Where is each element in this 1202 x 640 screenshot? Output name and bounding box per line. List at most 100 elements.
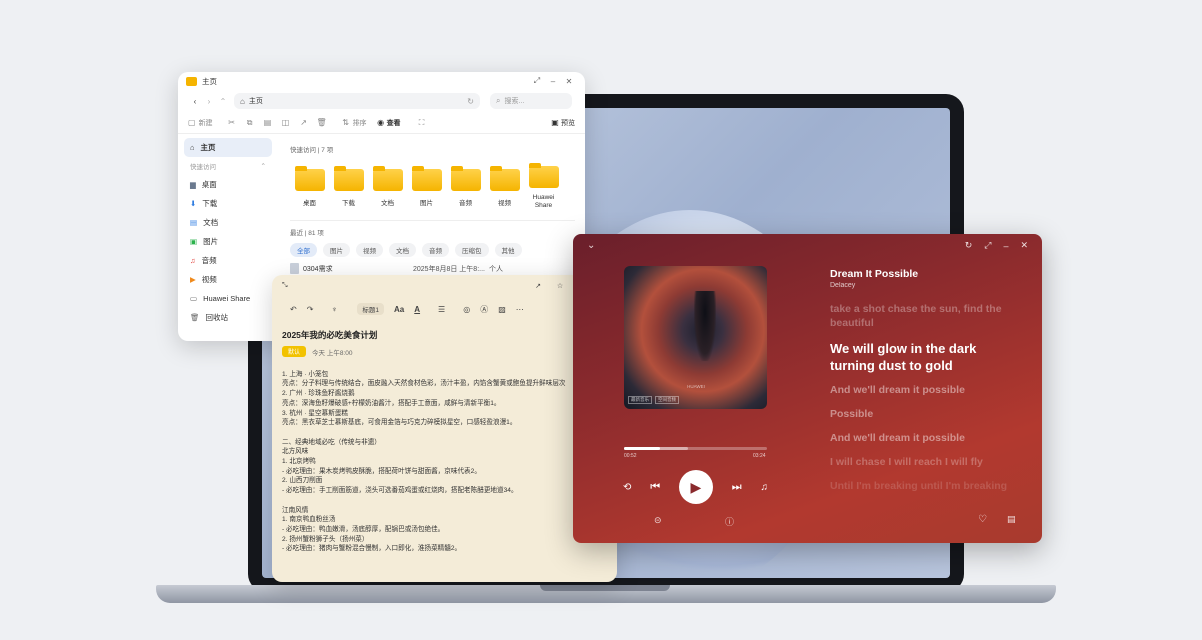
address-bar[interactable]: ⌂ 主页 ↻	[234, 93, 480, 109]
view-button[interactable]: 查看	[387, 118, 401, 128]
close-icon[interactable]: ✕	[561, 77, 577, 86]
up-icon[interactable]: ⌃	[216, 97, 230, 106]
folder-item[interactable]: 音频	[446, 166, 485, 207]
sidebar-item-pictures[interactable]: ▣ 图片	[184, 232, 272, 251]
handwriting-icon[interactable]: Ⓐ	[480, 304, 488, 315]
lyric-line[interactable]: And we'll dream it possible	[830, 384, 965, 396]
note-line: - 必吃理由：手工削面筋道，浇头可选番茄鸡蛋或红烧肉，搭配老陈醋更地道34。	[282, 487, 518, 495]
sidebar-item-documents[interactable]: ▤ 文档	[184, 213, 272, 232]
folder-grid: 桌面 下载 文档 图片 音频 视频 Huawei Share	[290, 163, 575, 210]
back-icon[interactable]: ‹	[188, 97, 202, 106]
lyric-line[interactable]: I will chase I will reach I will fly	[830, 456, 983, 468]
sort-icon[interactable]: ⇅	[339, 118, 353, 127]
minimize-icon[interactable]: –	[1003, 241, 1008, 251]
paste-icon[interactable]: ▤	[259, 118, 277, 127]
note-line: 1. 南京鸭血粉丝汤	[282, 516, 336, 524]
star-icon[interactable]: ☆	[549, 282, 571, 290]
search-icon: ⌕	[496, 96, 501, 105]
text-color-icon[interactable]: A	[414, 305, 420, 314]
new-icon[interactable]: ▢	[188, 118, 196, 127]
preview-button[interactable]: 预览	[561, 118, 575, 128]
checklist-icon[interactable]: ◎	[463, 305, 470, 314]
restore-icon[interactable]: ⤢	[529, 76, 545, 86]
note-body[interactable]: 1. 上海 · 小笼包 亮点：分子料理与传统结合，面皮融入天然食材色彩，汤汁丰盈…	[282, 360, 607, 554]
filter-chip[interactable]: 其他	[494, 243, 522, 257]
search-box[interactable]: ⌕ 搜索...	[490, 93, 572, 109]
info-icon[interactable]: ⓘ	[725, 515, 734, 528]
play-button[interactable]: ▶	[678, 470, 713, 504]
share-icon[interactable]: ↻	[965, 240, 973, 251]
previous-icon[interactable]: ⏮	[650, 481, 660, 494]
album-cover: HUAWEI 最新音乐 空间音频	[624, 266, 767, 409]
new-button[interactable]: 新建	[199, 118, 213, 128]
fullscreen-icon[interactable]: ⛶	[415, 118, 429, 128]
filter-chip[interactable]: 压缩包	[455, 243, 489, 257]
filter-chip[interactable]: 文档	[389, 243, 416, 257]
filter-chip[interactable]: 视频	[356, 243, 383, 257]
refresh-icon[interactable]: ↻	[467, 97, 474, 106]
filter-chip-all[interactable]: 全部	[290, 243, 317, 257]
heading-style-select[interactable]: 标题1	[357, 303, 385, 315]
lyric-line[interactable]: Possible	[830, 408, 873, 420]
share-icon[interactable]: ↗	[527, 282, 549, 290]
share-icon[interactable]: ↗	[295, 118, 313, 127]
sidebar-item-audio[interactable]: ♫ 音频	[184, 251, 272, 270]
lyric-line[interactable]: beautiful	[830, 317, 874, 329]
folder-item[interactable]: 下载	[329, 166, 368, 207]
forward-icon[interactable]: ›	[202, 97, 216, 106]
sidebar-item-video[interactable]: ▶ 视频	[184, 270, 272, 289]
filter-chip[interactable]: 音频	[422, 243, 449, 257]
folder-item[interactable]: 视频	[485, 166, 524, 207]
preview-icon[interactable]: ▣	[549, 118, 561, 127]
lyrics-mode-icon[interactable]: ▤	[1007, 514, 1016, 525]
lyric-line-active[interactable]: We will glow in the dark	[830, 341, 976, 356]
filter-chip[interactable]: 图片	[323, 243, 350, 257]
download-icon: ⬇	[190, 199, 197, 208]
format-painter-icon[interactable]: ♆	[331, 305, 337, 314]
sidebar-item-downloads[interactable]: ⬇ 下载	[184, 194, 272, 213]
folder-icon: ▭	[190, 294, 198, 303]
playlist-icon[interactable]: ♫	[760, 482, 768, 493]
sort-button[interactable]: 排序	[353, 118, 367, 128]
copy-icon[interactable]: ⧉	[241, 118, 259, 128]
folder-item[interactable]: 文档	[368, 166, 407, 207]
close-icon[interactable]: ✕	[1020, 240, 1028, 251]
sidebar-item-home[interactable]: ⌂ 主页	[184, 138, 272, 157]
minimize-icon[interactable]: –	[545, 77, 561, 86]
delete-icon[interactable]: 🗑	[313, 118, 331, 127]
repeat-icon[interactable]: ⟲	[623, 482, 631, 493]
collapse-icon[interactable]: ⤡	[282, 282, 288, 290]
folder-item[interactable]: Huawei Share	[524, 163, 563, 210]
next-icon[interactable]: ⏭	[732, 481, 742, 494]
image-icon[interactable]: ▨	[498, 305, 506, 314]
folder-item[interactable]: 图片	[407, 166, 446, 207]
note-tag[interactable]: 默认	[282, 346, 307, 357]
quick-access-header[interactable]: 快速访问 ⌃	[184, 157, 272, 175]
note-line: 亮点：深海鱼籽爆破感+柠檬奶油酱汁，搭配手工意面，咸鲜与清新平衡1。	[282, 399, 501, 407]
sidebar-item-huawei-share[interactable]: ▭ Huawei Share	[184, 289, 272, 308]
redo-icon[interactable]: ↷	[307, 305, 314, 314]
lyric-line[interactable]: And we'll dream it possible	[830, 432, 965, 444]
laptop-notch	[540, 585, 670, 591]
lyric-line[interactable]: take a shot chase the sun, find the	[830, 303, 1002, 315]
view-icon[interactable]: ◉	[375, 118, 387, 127]
sidebar-item-desktop[interactable]: ▆ 桌面	[184, 175, 272, 194]
lyric-line[interactable]: Until I'm breaking until I'm breaking	[830, 480, 1007, 492]
folder-icon	[411, 166, 442, 191]
folder-item[interactable]: 桌面	[290, 166, 329, 207]
progress-track[interactable]	[624, 447, 767, 450]
more-icon[interactable]: ⋯	[516, 305, 524, 314]
download-icon[interactable]: ⊝	[654, 515, 662, 526]
font-size-icon[interactable]: Aa	[394, 305, 404, 314]
file-row[interactable]: 0304需求 2025年8月8日 上午8:... 个人	[290, 263, 575, 274]
sidebar-item-recycle-bin[interactable]: 🗑 回收站	[184, 308, 272, 327]
undo-icon[interactable]: ↶	[290, 305, 297, 314]
lyric-line-active[interactable]: turning dust to gold	[830, 358, 953, 373]
favorite-icon[interactable]: ♡	[978, 514, 987, 525]
align-icon[interactable]: ☰	[438, 305, 445, 314]
chevron-down-icon[interactable]: ⌄	[587, 240, 595, 251]
restore-icon[interactable]: ⤢	[984, 240, 991, 251]
cut-icon[interactable]: ✂	[223, 118, 241, 127]
note-line	[282, 496, 607, 506]
rename-icon[interactable]: ◫	[277, 118, 295, 127]
